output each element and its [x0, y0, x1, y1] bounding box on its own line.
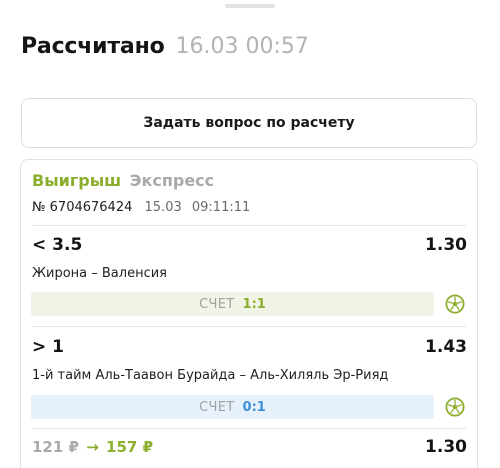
- bet-status: Выигрыш Экспресс: [32, 171, 214, 190]
- bet-amounts: 121 ₽ → 157 ₽: [32, 438, 153, 456]
- selection-odds: 1.43: [425, 337, 467, 357]
- ticket-number: № 6704676424: [32, 200, 133, 215]
- page-title: Рассчитано 16.03 00:57: [21, 33, 309, 61]
- divider: [32, 326, 466, 327]
- sheet-drag-handle[interactable]: [225, 4, 275, 8]
- selection-event: 1-й тайм Аль-Таавон Бурайда – Аль-Хиляль…: [32, 368, 389, 383]
- selection-market: < 3.5: [32, 235, 83, 255]
- bet-card: Выигрыш Экспресс № 6704676424 15.03 09:1…: [20, 159, 478, 468]
- settlement-datetime: 16.03 00:57: [175, 34, 309, 59]
- score-bar: СЧЕТ 1:1: [31, 292, 434, 316]
- ticket-time: 09:11:11: [191, 200, 251, 215]
- selection-market: > 1: [32, 337, 64, 357]
- arrow-right-icon: →: [86, 438, 99, 456]
- score-value: 0:1: [242, 399, 266, 415]
- ticket-date: 15.03: [144, 200, 182, 215]
- selection-event: Жирона – Валенсия: [32, 266, 167, 281]
- bet-type-label: Экспресс: [129, 171, 215, 190]
- total-odds: 1.30: [425, 437, 467, 457]
- status-title: Рассчитано: [21, 34, 165, 59]
- result-label: Выигрыш: [32, 171, 122, 190]
- selection-odds: 1.30: [425, 235, 467, 255]
- score-value: 1:1: [242, 296, 266, 312]
- ask-question-button[interactable]: Задать вопрос по расчету: [21, 98, 477, 148]
- score-label: СЧЕТ: [199, 399, 235, 415]
- payout-amount: 157 ₽: [106, 438, 154, 456]
- stake-amount: 121 ₽: [32, 438, 79, 456]
- football-icon: [445, 294, 465, 314]
- divider: [32, 428, 466, 429]
- ticket-info: № 6704676424 15.03 09:11:11: [32, 200, 250, 215]
- bet-details-sheet: Рассчитано 16.03 00:57 Задать вопрос по …: [0, 0, 500, 468]
- football-icon: [445, 397, 465, 417]
- score-label: СЧЕТ: [199, 296, 235, 312]
- divider: [32, 225, 466, 226]
- score-bar: СЧЕТ 0:1: [31, 395, 434, 419]
